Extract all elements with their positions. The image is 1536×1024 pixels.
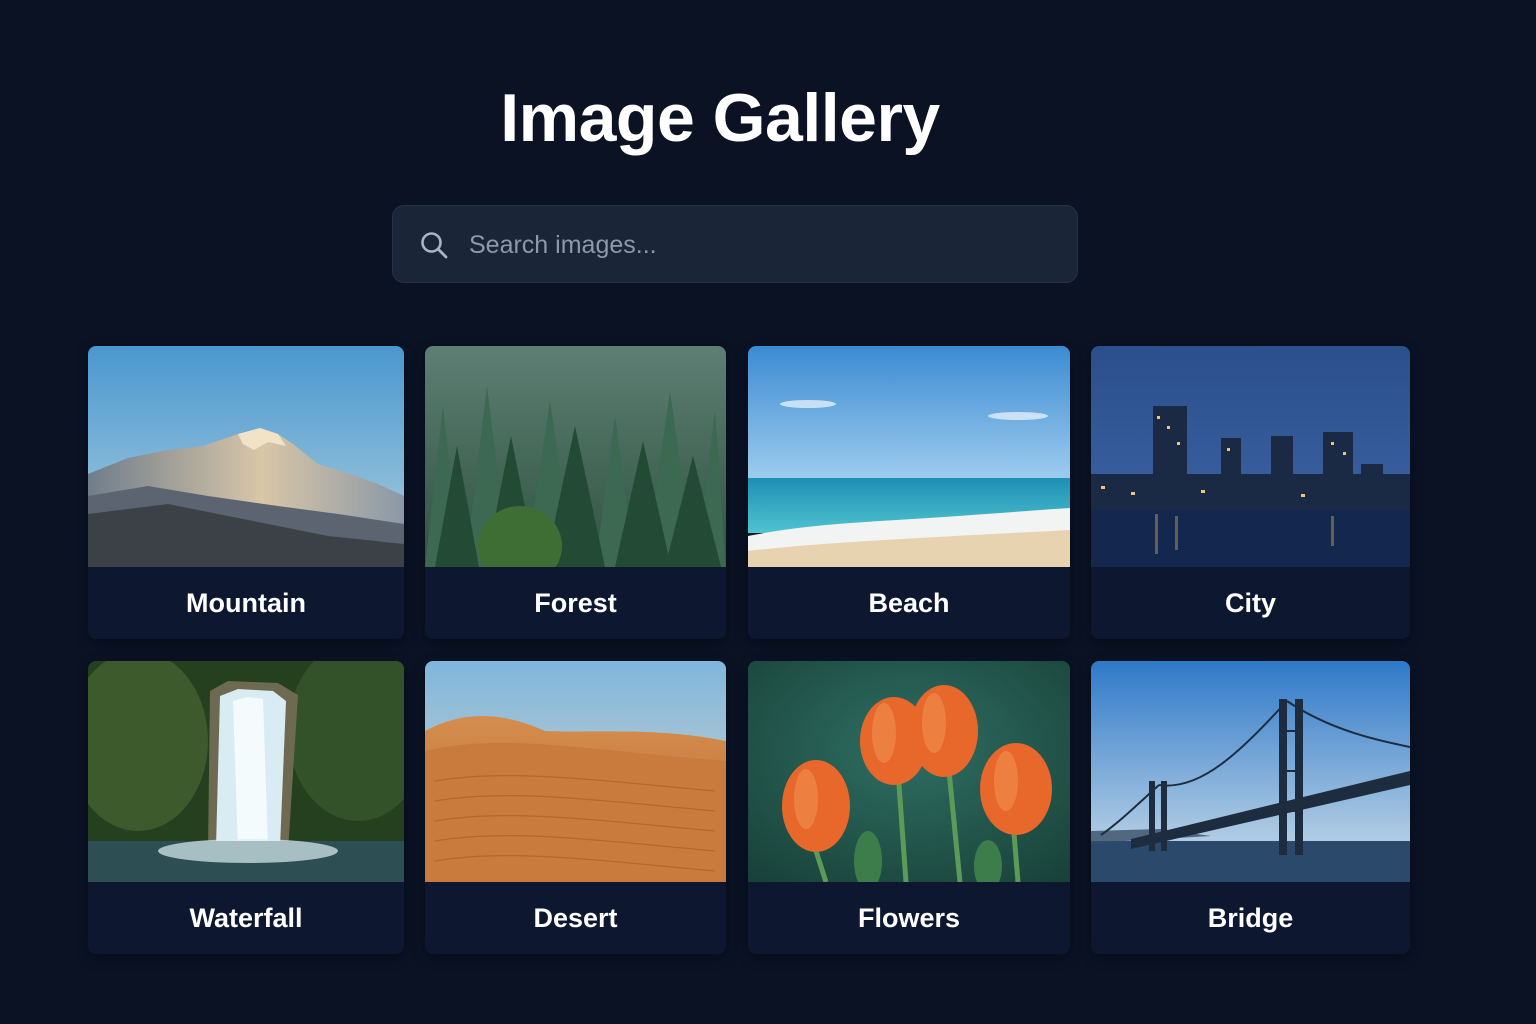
bridge-image[interactable] [1091,661,1410,882]
card-label: City [1224,588,1276,618]
card-label: Beach [868,588,950,618]
gallery-card-flowers[interactable]: Flowers [748,661,1070,954]
desert-image[interactable] [425,661,726,882]
gallery-card-bridge[interactable]: Bridge [1091,661,1410,954]
mountain-image[interactable] [88,346,404,567]
search-bar[interactable] [392,205,1078,284]
flowers-image[interactable] [748,661,1070,882]
gallery-page: Image Gallery Search images... Mountain … [0,0,1536,1024]
beach-image[interactable] [748,346,1070,567]
search-icon[interactable] [419,230,449,260]
city-image[interactable] [1091,346,1410,567]
gallery-card-forest[interactable]: Forest [425,346,726,639]
gallery-card-beach[interactable]: Beach [748,346,1070,639]
card-label: Waterfall [189,903,303,933]
gallery-card-city[interactable]: City [1091,346,1410,639]
card-label: Forest [534,588,617,618]
waterfall-image[interactable] [88,661,404,882]
card-label: Bridge [1207,903,1294,933]
forest-image[interactable] [425,346,726,567]
gallery-card-mountain[interactable]: Mountain [88,346,404,639]
gallery-card-desert[interactable]: Desert [425,661,726,954]
card-label: Mountain [186,588,306,618]
page-title: Image Gallery [500,80,940,156]
card-label: Desert [533,903,618,933]
search-input[interactable] [467,206,1051,284]
gallery-card-waterfall[interactable]: Waterfall [88,661,404,954]
card-label: Flowers [857,903,961,933]
